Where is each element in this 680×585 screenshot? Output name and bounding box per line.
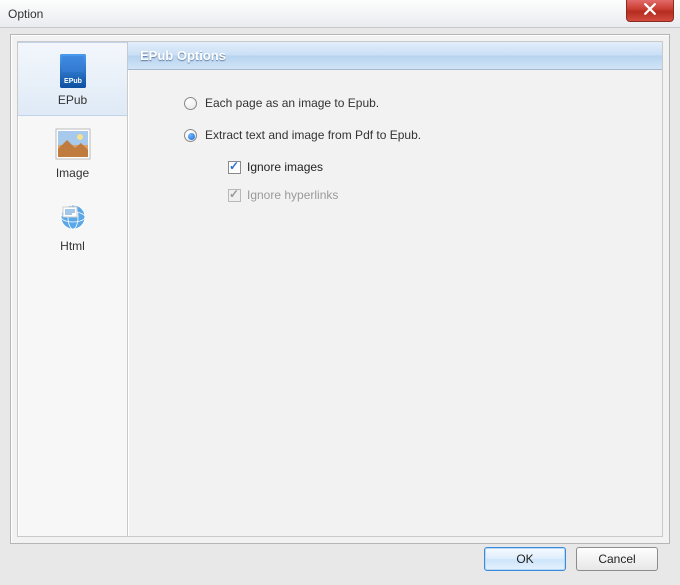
close-button[interactable] <box>626 0 674 22</box>
sidebar-item-image[interactable]: Image <box>18 116 127 189</box>
window-title: Option <box>8 7 43 21</box>
html-icon <box>18 197 127 237</box>
content-header: EPub Options <box>128 42 662 70</box>
cancel-button[interactable]: Cancel <box>576 547 658 571</box>
checkbox-icon <box>228 189 241 202</box>
checkbox-ignore-hyperlinks: Ignore hyperlinks <box>228 188 662 202</box>
dialog-buttons: OK Cancel <box>484 547 658 571</box>
sidebar-item-epub[interactable]: EPub EPub <box>18 42 127 116</box>
radio-icon <box>184 129 197 142</box>
option-extract-text[interactable]: Extract text and image from Pdf to Epub. <box>184 128 662 142</box>
sidebar-item-label: EPub <box>18 93 127 107</box>
checkbox-label: Ignore images <box>247 160 323 174</box>
content-body: Each page as an image to Epub. Extract t… <box>128 70 662 536</box>
close-icon <box>644 3 656 18</box>
radio-icon <box>184 97 197 110</box>
sidebar: EPub EPub Image <box>17 41 127 537</box>
sub-options: Ignore images Ignore hyperlinks <box>228 160 662 202</box>
option-label: Extract text and image from Pdf to Epub. <box>205 128 421 142</box>
sidebar-item-label: Html <box>18 239 127 253</box>
content-pane: EPub Options Each page as an image to Ep… <box>127 41 663 537</box>
sidebar-item-html[interactable]: Html <box>18 189 127 262</box>
ok-button[interactable]: OK <box>484 547 566 571</box>
background-blur <box>110 2 640 20</box>
client-area: EPub EPub Image <box>0 28 680 554</box>
image-icon <box>18 124 127 164</box>
option-page-as-image[interactable]: Each page as an image to Epub. <box>184 96 662 110</box>
option-label: Each page as an image to Epub. <box>205 96 379 110</box>
checkbox-icon <box>228 161 241 174</box>
main-panel: EPub EPub Image <box>10 34 670 544</box>
sidebar-item-label: Image <box>18 166 127 180</box>
epub-icon: EPub <box>18 51 127 91</box>
titlebar: Option <box>0 0 680 28</box>
svg-text:EPub: EPub <box>64 78 82 85</box>
checkbox-label: Ignore hyperlinks <box>247 188 338 202</box>
checkbox-ignore-images[interactable]: Ignore images <box>228 160 662 174</box>
